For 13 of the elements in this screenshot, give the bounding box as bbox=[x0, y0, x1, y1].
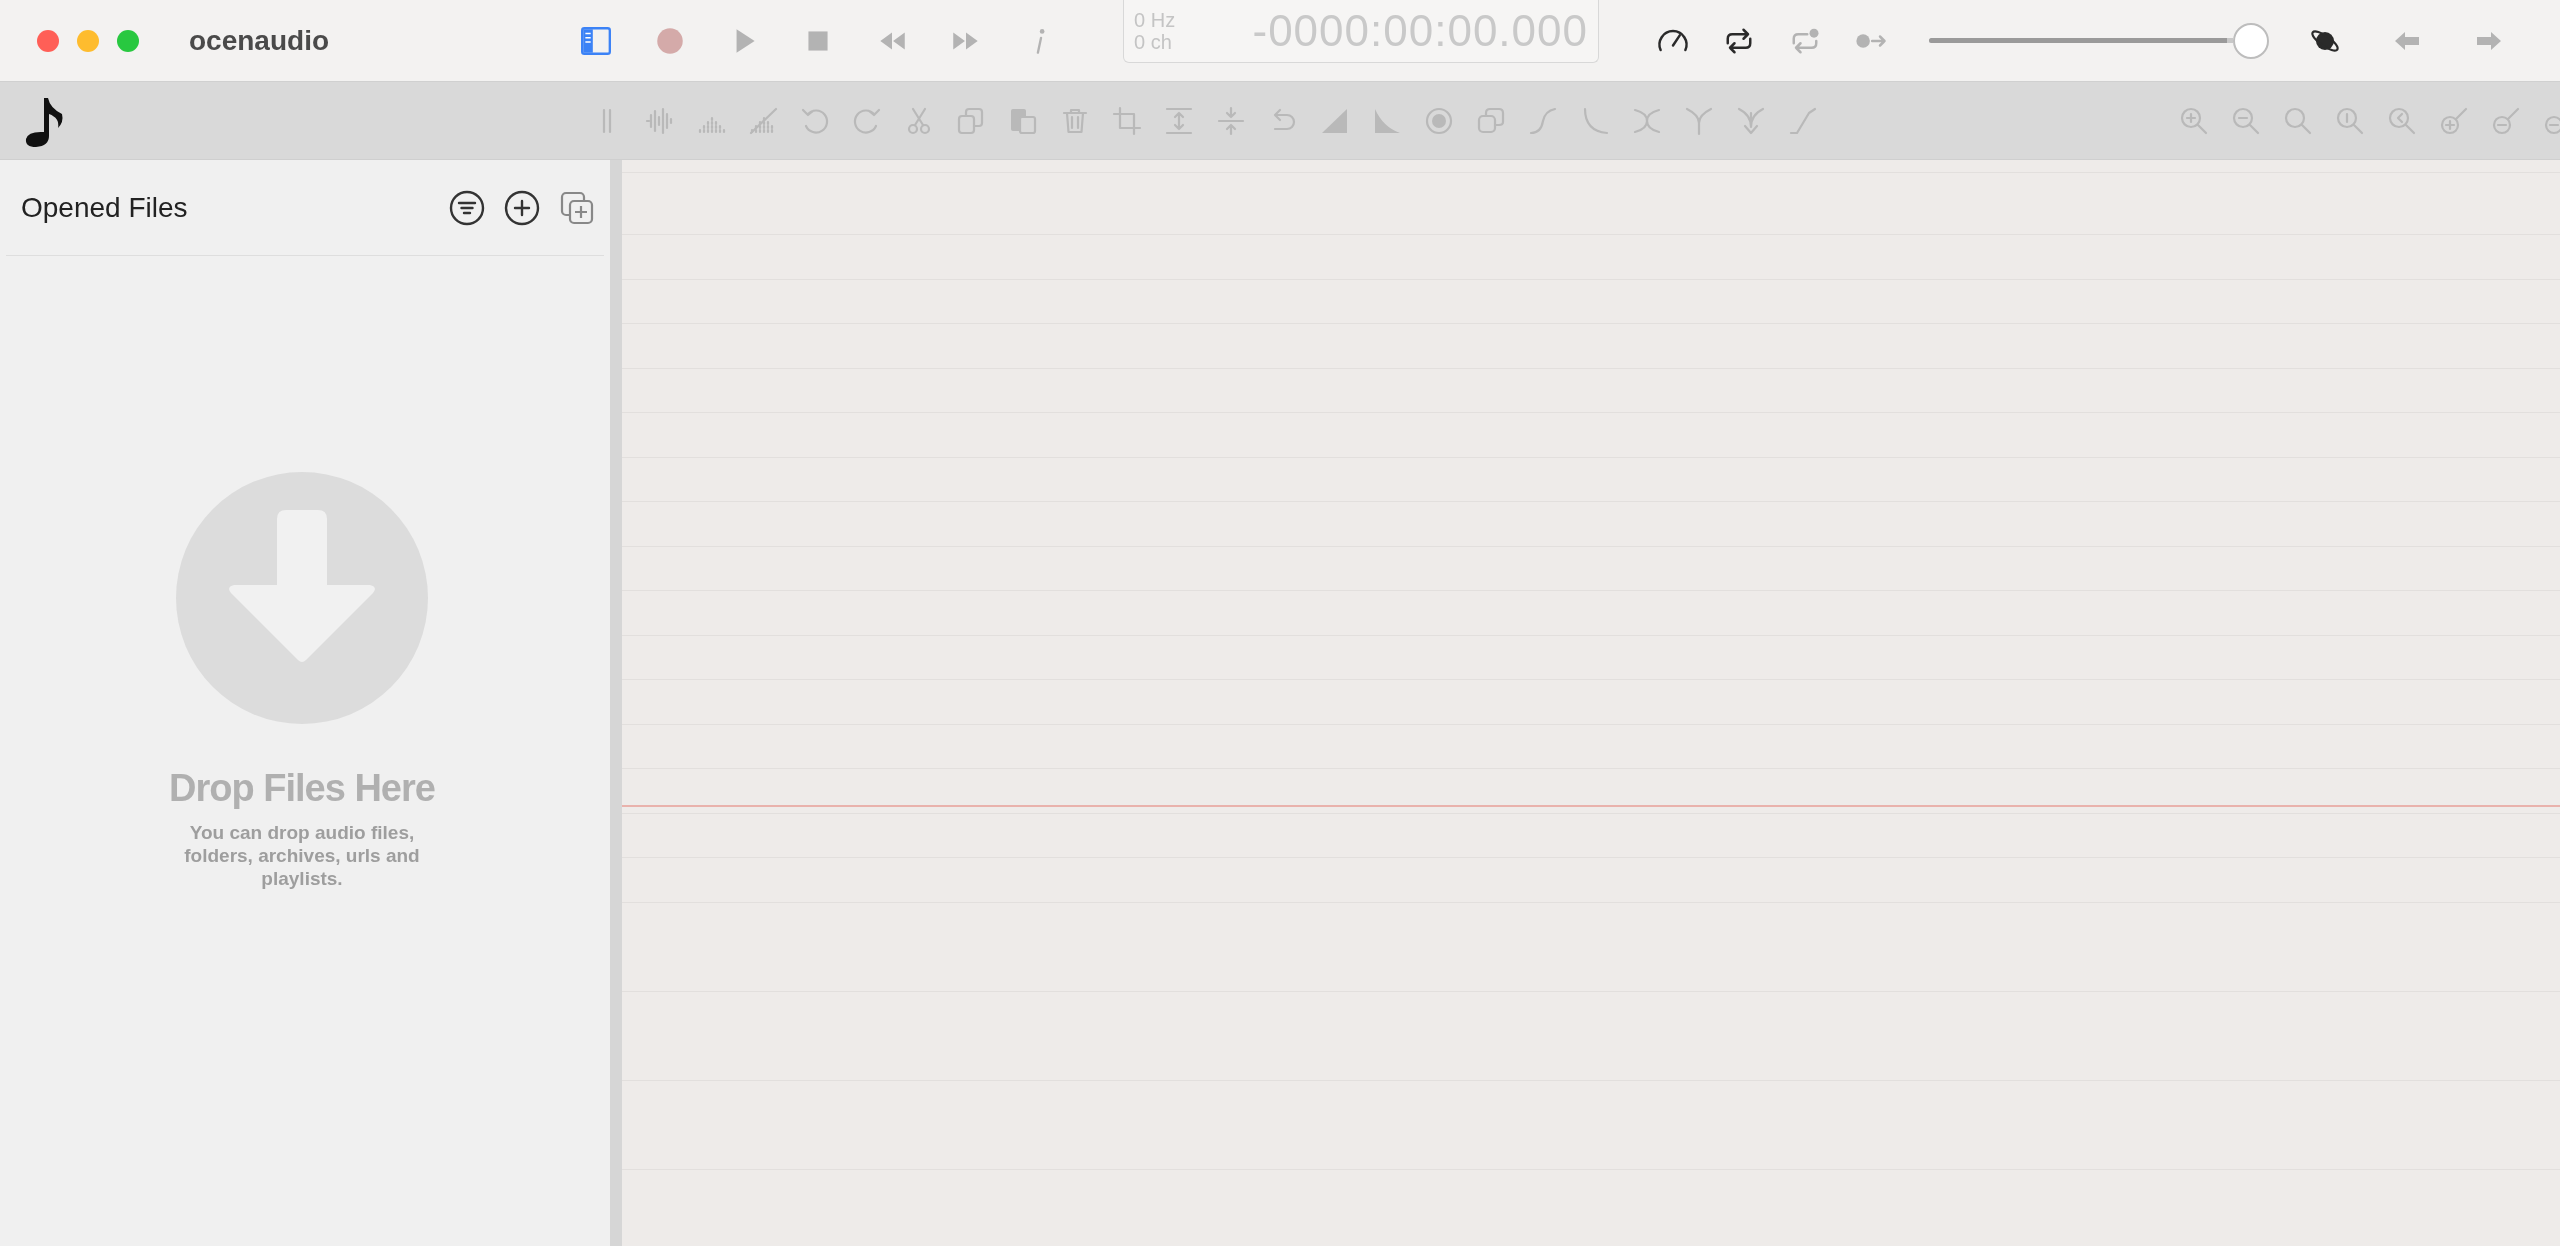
filter-icon[interactable] bbox=[449, 189, 485, 226]
splitter[interactable] bbox=[610, 160, 622, 1246]
close-button[interactable] bbox=[37, 29, 59, 52]
drop-title: Drop Files Here bbox=[169, 766, 435, 811]
window-title: ocenaudio bbox=[189, 23, 329, 58]
waveform-area[interactable] bbox=[622, 160, 2560, 1246]
slider-thumb[interactable] bbox=[2233, 22, 2269, 59]
minimize-button[interactable] bbox=[77, 29, 99, 52]
zoom-button[interactable] bbox=[117, 29, 139, 52]
sidebar-title: Opened Files bbox=[21, 190, 188, 225]
add-copy-icon[interactable] bbox=[560, 190, 594, 225]
add-icon[interactable] bbox=[504, 189, 540, 226]
drop-hint: You can drop audio files, folders, archives, urls and playlists. bbox=[183, 821, 421, 890]
